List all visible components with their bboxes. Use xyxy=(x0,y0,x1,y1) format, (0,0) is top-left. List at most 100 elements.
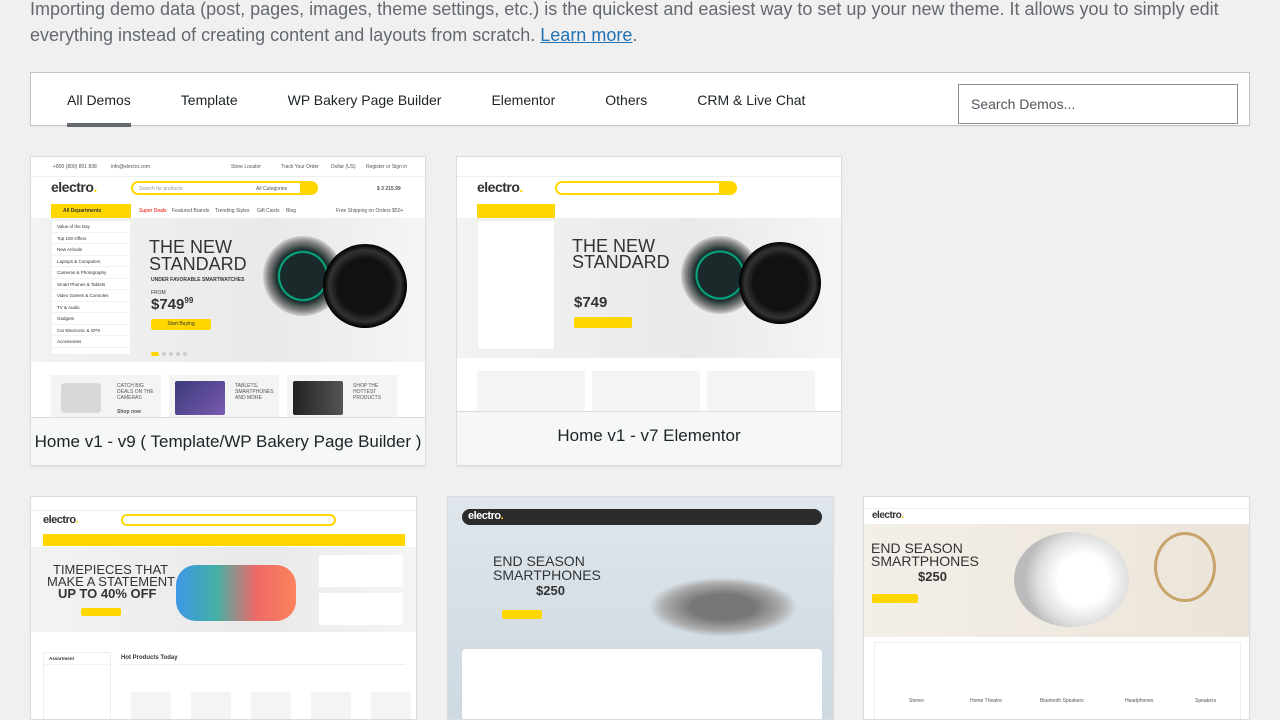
demo-card-3[interactable]: electro. TIMEPIECES THAT MAKE A STATEMEN… xyxy=(30,496,417,720)
preview-hero-line2: SMARTPHONES xyxy=(871,553,979,569)
preview-search xyxy=(555,181,735,195)
preview-promo xyxy=(592,371,700,413)
preview-menu-item: Value of the Day xyxy=(52,221,130,233)
preview-logo: electro. xyxy=(468,510,504,522)
preview-shipping: Free Shipping on Orders $50+ xyxy=(336,208,404,214)
preview-hero-line2: STANDARD xyxy=(149,254,247,274)
preview-nav-item: Super Deals xyxy=(139,208,167,214)
preview-category-strip: Stereo Home Theatre Bluetooth Speakers H… xyxy=(874,642,1241,719)
preview-search xyxy=(121,514,336,526)
preview-promo-text: CATCH BIG DEALS ON THE CAMERAS xyxy=(117,383,154,401)
product-thumb xyxy=(311,692,351,719)
drone-image xyxy=(648,577,798,637)
preview-cta xyxy=(502,610,542,619)
preview-menu-item: Car Electronic & GPS xyxy=(52,325,130,336)
monitor-image xyxy=(293,381,343,415)
demo-preview-image: electro. END SEASON SMARTPHONES $250 Ste… xyxy=(864,497,1249,719)
preview-topbar: +800 (800) 801 838 info@electro.com Stor… xyxy=(31,157,425,177)
preview-search-button xyxy=(719,181,737,195)
learn-more-link[interactable]: Learn more xyxy=(540,25,632,45)
tab-elementor[interactable]: Elementor xyxy=(491,73,555,127)
preview-menu-item: Laptops & Computers xyxy=(52,256,130,267)
preview-all-departments-label: All Departments xyxy=(63,208,102,214)
demo-preview-image: +800 (800) 801 838 info@electro.com Stor… xyxy=(31,157,425,419)
intro-period: . xyxy=(632,25,638,45)
preview-nav-bar xyxy=(43,534,405,546)
demo-caption: Home v1 - v9 ( Template/WP Bakery Page B… xyxy=(31,417,425,465)
preview-price-cents: 99 xyxy=(184,296,194,305)
tab-template[interactable]: Template xyxy=(181,73,238,127)
preview-cta xyxy=(81,608,121,616)
preview-price-main: $749 xyxy=(151,296,185,313)
preview-logo-text: electro xyxy=(468,510,501,522)
preview-cta xyxy=(872,594,918,603)
watch-image xyxy=(323,244,407,328)
product-thumb xyxy=(191,692,231,719)
preview-logo: electro. xyxy=(43,514,79,526)
preview-promo: SHOP THE HOTTEST PRODUCTS xyxy=(287,375,397,419)
preview-hero-sub: UNDER FAVORABLE SMARTWATCHES xyxy=(151,277,245,283)
preview-menu-item: Accessories xyxy=(52,336,130,348)
product-thumb xyxy=(251,692,291,719)
preview-all-departments: All Departments xyxy=(51,204,131,218)
preview-register: Register or Sign in xyxy=(366,164,408,170)
preview-side-promo xyxy=(319,555,403,587)
product-thumb xyxy=(131,692,171,719)
preview-header-bar xyxy=(462,509,822,525)
preview-nav-item: Trending Styles xyxy=(215,208,250,214)
preview-menu-item: New Arrivals xyxy=(52,244,130,256)
preview-phone: +800 (800) 801 838 xyxy=(53,164,97,170)
demo-card-home-v1-v9[interactable]: +800 (800) 801 838 info@electro.com Stor… xyxy=(30,156,426,466)
demo-tabs: All Demos Template WP Bakery Page Builde… xyxy=(67,73,855,127)
intro-text: Importing demo data (post, pages, images… xyxy=(30,0,1240,48)
mirror-image xyxy=(1154,532,1216,602)
preview-cta: Start Buying xyxy=(151,319,211,330)
preview-category-label: Headphones xyxy=(1125,698,1154,704)
watch-image xyxy=(739,242,821,324)
product-thumb xyxy=(371,692,411,719)
preview-currency: Dollar (US) xyxy=(331,164,356,170)
preview-menu-item: Cameras & Photography xyxy=(52,267,130,279)
preview-category-label: Home Theatre xyxy=(970,698,1002,704)
preview-shop-now: Shop now xyxy=(117,409,141,415)
preview-categories: All Categories xyxy=(256,186,288,192)
demo-card-4[interactable]: electro. END SEASON SMARTPHONES $250 xyxy=(447,496,834,720)
tab-wp-bakery[interactable]: WP Bakery Page Builder xyxy=(288,73,442,127)
preview-side-title: Assortment xyxy=(44,653,110,665)
tab-all-demos[interactable]: All Demos xyxy=(67,73,131,127)
demo-preview-image: electro. THE NEW STANDARD $749 xyxy=(457,157,841,413)
preview-logo-text: electro xyxy=(872,510,902,521)
smartband-image xyxy=(176,565,296,621)
preview-price: $74999 xyxy=(151,296,193,313)
preview-topbar xyxy=(864,497,1249,509)
preview-topbar xyxy=(31,497,416,511)
tab-crm-live-chat[interactable]: CRM & Live Chat xyxy=(697,73,805,127)
preview-menu-item: Video Games & Consoles xyxy=(52,290,130,302)
preview-track: Track Your Order xyxy=(281,164,319,170)
search-demos-input[interactable] xyxy=(958,84,1238,124)
preview-search-placeholder: Search for products xyxy=(139,186,183,192)
preview-promo-text: SHOP THE HOTTEST PRODUCTS xyxy=(353,383,382,401)
preview-promo: TABLETS, SMARTPHONES AND MORE xyxy=(169,375,279,419)
preview-category-label: Speakers xyxy=(1195,698,1217,704)
preview-section-title: Hot Products Today xyxy=(121,655,178,661)
tab-others[interactable]: Others xyxy=(605,73,647,127)
speaker-image xyxy=(1014,532,1129,627)
preview-price: $250 xyxy=(918,569,947,584)
preview-hero-line1: END SEASON xyxy=(493,553,585,569)
demo-card-5[interactable]: electro. END SEASON SMARTPHONES $250 Ste… xyxy=(863,496,1250,720)
preview-hero-line3: UP TO 40% OFF xyxy=(58,586,157,601)
divider xyxy=(121,664,406,665)
preview-menu-item: Top 100 Offers xyxy=(52,233,130,244)
demo-filter-bar: All Demos Template WP Bakery Page Builde… xyxy=(30,72,1250,127)
preview-promo-text: TABLETS, SMARTPHONES AND MORE xyxy=(235,383,274,401)
demo-card-home-v1-v7-elementor[interactable]: electro. THE NEW STANDARD $749 Home v1 -… xyxy=(456,156,842,466)
preview-menu-item: Smart Phones & Tablets xyxy=(52,279,130,290)
preview-search: Search for products All Categories xyxy=(131,181,316,195)
preview-email: info@electro.com xyxy=(111,164,150,170)
preview-side-promo xyxy=(319,593,403,625)
preview-cart: $ 3 215.99 xyxy=(377,186,401,192)
preview-cta xyxy=(574,317,632,328)
preview-hero-line2: STANDARD xyxy=(572,252,670,272)
preview-menu-item: TV & Audio xyxy=(52,302,130,313)
